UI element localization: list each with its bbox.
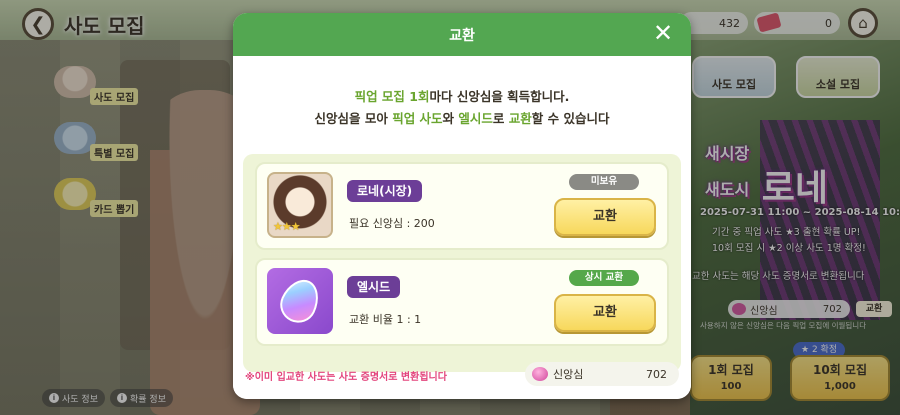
status-badge: 미보유 xyxy=(569,174,639,190)
exchange-item-card: 엘시드 교환 비율 1 : 1 상시 교환 교환 xyxy=(255,258,669,346)
rone-portrait: ★★★ xyxy=(267,172,333,238)
conversion-notice: ※이미 입교한 사도는 사도 증명서로 변환됩니다 xyxy=(245,372,447,383)
currency-value: 702 xyxy=(646,367,667,381)
modal-header: 교환 ✕ xyxy=(233,13,691,56)
exchange-button-rone[interactable]: 교환 xyxy=(554,198,656,236)
item-ratio: 교환 비율 1 : 1 xyxy=(349,313,422,326)
intro-highlight: 픽업 모집 1회 xyxy=(354,89,430,104)
faith-gem-icon xyxy=(532,367,548,381)
exchange-list-panel: ★★★ 로네(시장) 필요 신앙심 : 200 미보유 교환 엘시드 교환 비율… xyxy=(243,154,681,372)
intro-text: 마다 신앙심을 획득합니다. xyxy=(429,89,570,104)
exchange-modal: 교환 ✕ 픽업 모집 1회마다 신앙심을 획득합니다. 신앙심을 모아 픽업 사… xyxy=(233,13,691,399)
intro-text: 할 수 있습니다 xyxy=(531,111,610,126)
item-name-tag: 로네(시장) xyxy=(347,180,423,202)
elseed-gem-icon xyxy=(267,268,333,334)
intro-highlight: 교환 xyxy=(508,111,532,126)
intro-line-2: 신앙심을 모아 픽업 사도와 엘시드로 교환할 수 있습니다 xyxy=(233,108,691,130)
item-requirement: 필요 신앙심 : 200 xyxy=(349,217,435,230)
exchange-intro: 픽업 모집 1회마다 신앙심을 획득합니다. 신앙심을 모아 픽업 사도와 엘시… xyxy=(233,86,691,130)
close-button[interactable]: ✕ xyxy=(651,19,675,47)
faith-currency-display: 신앙심 702 xyxy=(525,362,679,386)
currency-label: 신앙심 xyxy=(553,368,584,381)
intro-highlight: 엘시드 xyxy=(458,111,493,126)
exchange-item-card: ★★★ 로네(시장) 필요 신앙심 : 200 미보유 교환 xyxy=(255,162,669,250)
modal-title: 교환 xyxy=(449,27,475,44)
modal-body: 픽업 모집 1회마다 신앙심을 획득합니다. 신앙심을 모아 픽업 사도와 엘시… xyxy=(233,56,691,399)
intro-text: 신앙심을 모아 xyxy=(314,111,393,126)
item-name-tag: 엘시드 xyxy=(347,276,401,298)
star-rating-icon: ★★★ xyxy=(273,220,301,233)
status-badge: 상시 교환 xyxy=(569,270,639,286)
close-icon: ✕ xyxy=(652,19,674,47)
intro-line-1: 픽업 모집 1회마다 신앙심을 획득합니다. xyxy=(233,86,691,108)
intro-highlight: 픽업 사도 xyxy=(392,111,443,126)
gem-drop-shape xyxy=(274,273,326,329)
intro-text: 로 xyxy=(492,111,509,126)
intro-text: 와 xyxy=(442,111,459,126)
exchange-button-elseed[interactable]: 교환 xyxy=(554,294,656,332)
